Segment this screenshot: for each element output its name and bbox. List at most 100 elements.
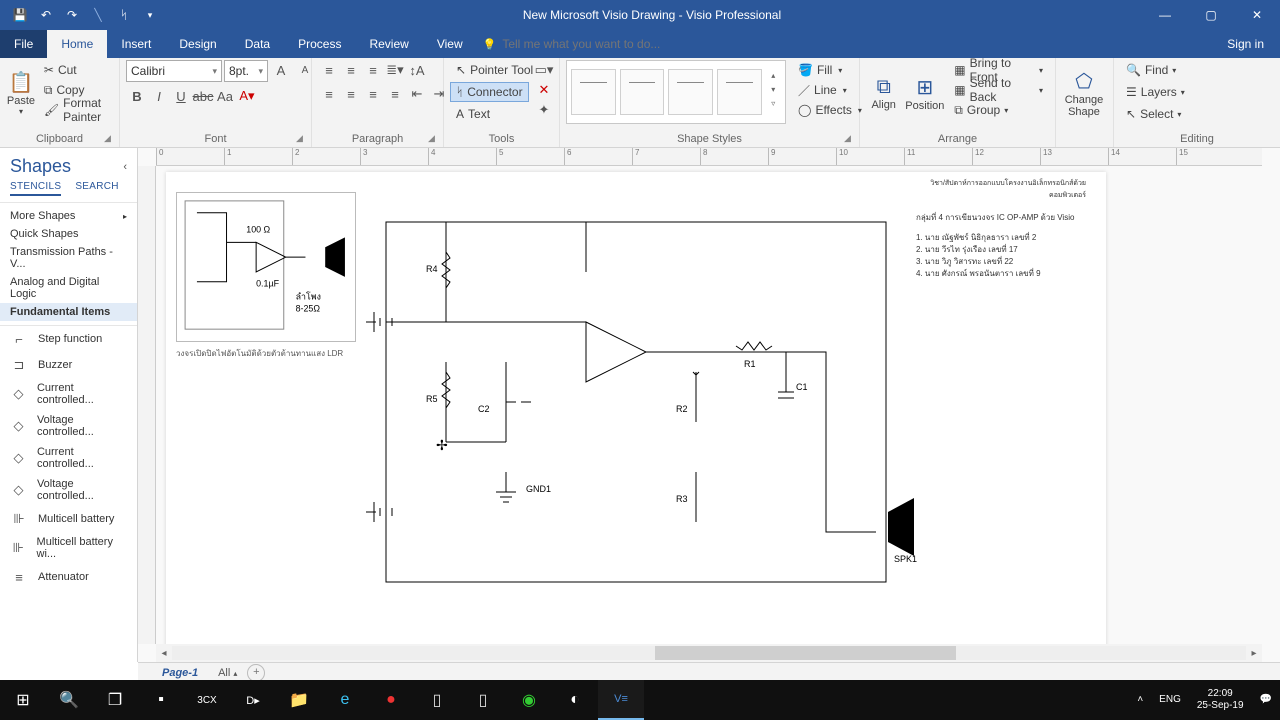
bold-icon[interactable]: B	[126, 86, 148, 106]
action-center-icon[interactable]: 💬	[1252, 694, 1280, 706]
send-back-button[interactable]: ▦Send to Back▾	[948, 80, 1049, 100]
style-gallery[interactable]: ▴▾▿	[566, 60, 786, 124]
page-tab[interactable]: Page-1	[152, 665, 208, 681]
strike-icon[interactable]: abc	[192, 86, 214, 106]
tab-insert[interactable]: Insert	[107, 30, 165, 58]
cat-transmission[interactable]: Transmission Paths - V...	[0, 243, 137, 273]
stencils-tab[interactable]: STENCILS	[10, 181, 61, 196]
canvas-area[interactable]: 0123456789101112131415 100 Ω 0.1µF 8-25Ω…	[138, 148, 1280, 662]
font-size-combo[interactable]: 8pt.▾	[224, 60, 268, 82]
italic-icon[interactable]: I	[148, 86, 170, 106]
effects-button[interactable]: ◯Effects▾	[792, 100, 868, 120]
h-scrollbar[interactable]: ◂ ▸	[156, 644, 1262, 662]
align-middle-icon[interactable]: ≡	[340, 60, 362, 80]
style-swatch[interactable]	[717, 69, 762, 115]
layers-button[interactable]: ☰Layers▾	[1120, 82, 1191, 102]
find-button[interactable]: 🔍Find▾	[1120, 60, 1182, 80]
app-3cx-icon[interactable]: 3CX	[184, 680, 230, 720]
tab-file[interactable]: File	[0, 30, 47, 58]
line-button[interactable]: ／Line▾	[792, 80, 868, 100]
justify-icon[interactable]: ≡	[384, 84, 406, 104]
cat-quick-shapes[interactable]: Quick Shapes	[0, 225, 137, 243]
shape-item[interactable]: ⊪Multicell battery wi...	[0, 532, 137, 564]
terminal-icon[interactable]: ▪	[138, 680, 184, 720]
tell-me-input[interactable]	[502, 37, 722, 51]
tab-data[interactable]: Data	[231, 30, 284, 58]
cut-button[interactable]: ✂Cut	[38, 60, 113, 80]
scroll-left-icon[interactable]: ◂	[156, 648, 172, 659]
decrease-indent-icon[interactable]: ⇤	[406, 84, 428, 104]
dialog-launcher-icon[interactable]: ◢	[296, 133, 308, 145]
style-swatch[interactable]	[620, 69, 665, 115]
undo-icon[interactable]: ↶	[34, 4, 58, 26]
align-top-icon[interactable]: ≡	[318, 60, 340, 80]
text-direction-icon[interactable]: ↕A	[406, 60, 428, 80]
align-left-icon[interactable]: ≡	[318, 84, 340, 104]
doc2-icon[interactable]: ▯	[460, 680, 506, 720]
maximize-button[interactable]: ▢	[1188, 0, 1234, 30]
bullets-icon[interactable]: ≣▾	[384, 60, 406, 80]
cat-fundamental[interactable]: Fundamental Items	[0, 303, 137, 321]
style-swatch[interactable]	[668, 69, 713, 115]
dialog-launcher-icon[interactable]: ◢	[428, 133, 440, 145]
shape-item[interactable]: ◇Current controlled...	[0, 442, 137, 474]
minimize-button[interactable]: —	[1142, 0, 1188, 30]
shape-item[interactable]: ◇Voltage controlled...	[0, 410, 137, 442]
connector-button[interactable]: ᛋConnector	[450, 82, 529, 102]
close-button[interactable]: ✕	[1234, 0, 1280, 30]
save-icon[interactable]: 💾	[8, 4, 32, 26]
rectangle-tool-icon[interactable]: ▭▾	[533, 60, 555, 80]
position-button[interactable]: ⊞Position	[903, 60, 946, 126]
visio-icon[interactable]: V≡	[598, 680, 644, 720]
tray-overflow-icon[interactable]: ˄	[1129, 694, 1151, 706]
font-color-icon[interactable]: A▾	[236, 86, 258, 106]
tab-process[interactable]: Process	[284, 30, 355, 58]
align-bottom-icon[interactable]: ≡	[362, 60, 384, 80]
text-tool-button[interactable]: AText	[450, 104, 496, 124]
select-button[interactable]: ↖Select▾	[1120, 104, 1187, 124]
redo-icon[interactable]: ↷	[60, 4, 84, 26]
search-tab[interactable]: SEARCH	[75, 181, 118, 196]
shape-item[interactable]: ⊪Multicell battery	[0, 506, 137, 532]
tab-design[interactable]: Design	[165, 30, 230, 58]
file-explorer-icon[interactable]: 📁	[276, 680, 322, 720]
start-button[interactable]: ⊞	[0, 680, 46, 720]
align-center-icon[interactable]: ≡	[340, 84, 362, 104]
all-pages[interactable]: All ▴	[218, 667, 237, 679]
style-swatch[interactable]	[571, 69, 616, 115]
align-button[interactable]: ⧉Align	[866, 60, 901, 126]
tab-review[interactable]: Review	[355, 30, 422, 58]
record-icon[interactable]: ●	[368, 680, 414, 720]
fill-button[interactable]: 🪣Fill▾	[792, 60, 868, 80]
align-right-icon[interactable]: ≡	[362, 84, 384, 104]
connection-point-icon[interactable]: ✦	[533, 100, 555, 120]
grow-font-icon[interactable]: A	[270, 60, 292, 80]
format-painter-button[interactable]: 🖌Format Painter	[38, 100, 113, 120]
line-app-icon[interactable]: ◉	[506, 680, 552, 720]
connector-tool-icon[interactable]: ᛋ	[112, 4, 136, 26]
app-d-icon[interactable]: D▸	[230, 680, 276, 720]
collapse-pane-icon[interactable]: ‹	[123, 161, 127, 173]
qat-customize-icon[interactable]: ▾	[138, 4, 162, 26]
shape-item[interactable]: ◇Current controlled...	[0, 378, 137, 410]
dialog-launcher-icon[interactable]: ◢	[844, 133, 856, 145]
tab-home[interactable]: Home	[47, 30, 107, 58]
pointer-tool-button[interactable]: ↖Pointer Tool	[450, 60, 539, 80]
tray-clock[interactable]: 22:0925-Sep-19	[1189, 688, 1252, 712]
task-view-icon[interactable]: ❐	[92, 680, 138, 720]
font-family-combo[interactable]: Calibri▾	[126, 60, 222, 82]
drawing-page[interactable]: 100 Ω 0.1µF 8-25Ω ลำโพง วงจรเปิดปิดไฟอัต…	[166, 172, 1106, 662]
delete-connector-icon[interactable]: ✕	[533, 80, 555, 100]
gallery-more-icon[interactable]: ▿	[766, 99, 782, 113]
dialog-launcher-icon[interactable]: ◢	[104, 133, 116, 145]
scroll-right-icon[interactable]: ▸	[1246, 648, 1262, 659]
gallery-up-icon[interactable]: ▴	[766, 71, 782, 85]
cat-analog-digital[interactable]: Analog and Digital Logic	[0, 273, 137, 303]
shape-item[interactable]: ⌐Step function	[0, 326, 137, 352]
shape-item[interactable]: ≡Attenuator	[0, 564, 137, 590]
underline-icon[interactable]: U	[170, 86, 192, 106]
add-page-button[interactable]: +	[247, 664, 265, 682]
shape-item[interactable]: ⊐Buzzer	[0, 352, 137, 378]
sign-in-link[interactable]: Sign in	[1211, 37, 1280, 51]
doc-icon[interactable]: ▯	[414, 680, 460, 720]
